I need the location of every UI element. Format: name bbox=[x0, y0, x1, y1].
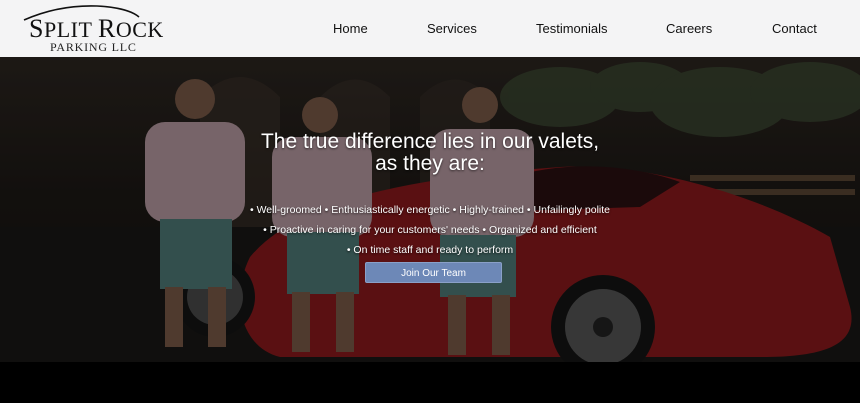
nav-services[interactable]: Services bbox=[427, 20, 477, 38]
site-header: SPLIT ROCK PARKING LLC Home Services Tes… bbox=[0, 0, 860, 57]
nav-careers[interactable]: Careers bbox=[666, 20, 712, 38]
main-nav: Home Services Testimonials Careers Conta… bbox=[0, 20, 860, 38]
join-our-team-button[interactable]: Join Our Team bbox=[365, 262, 502, 283]
nav-contact[interactable]: Contact bbox=[772, 20, 817, 38]
qualities-line-3: • On time staff and ready to perform bbox=[346, 244, 514, 256]
qualities-line-1: • Well-groomed • Enthusiastically energe… bbox=[249, 204, 610, 216]
qualities-line-2: • Proactive in caring for your customers… bbox=[263, 224, 597, 236]
valet-qualities-list: • Well-groomed • Enthusiastically energe… bbox=[0, 200, 860, 260]
footer-band bbox=[0, 362, 860, 403]
logo-subtitle: PARKING LLC bbox=[50, 40, 137, 54]
nav-testimonials[interactable]: Testimonials bbox=[536, 20, 608, 38]
nav-home[interactable]: Home bbox=[333, 20, 368, 38]
hero-headline-line-1: The true difference lies in our valets, bbox=[260, 130, 600, 153]
hero-section: The true difference lies in our valets, … bbox=[0, 57, 860, 362]
hero-headline-line-2: as they are: bbox=[375, 152, 485, 175]
hero-headline: The true difference lies in our valets, … bbox=[0, 131, 860, 175]
